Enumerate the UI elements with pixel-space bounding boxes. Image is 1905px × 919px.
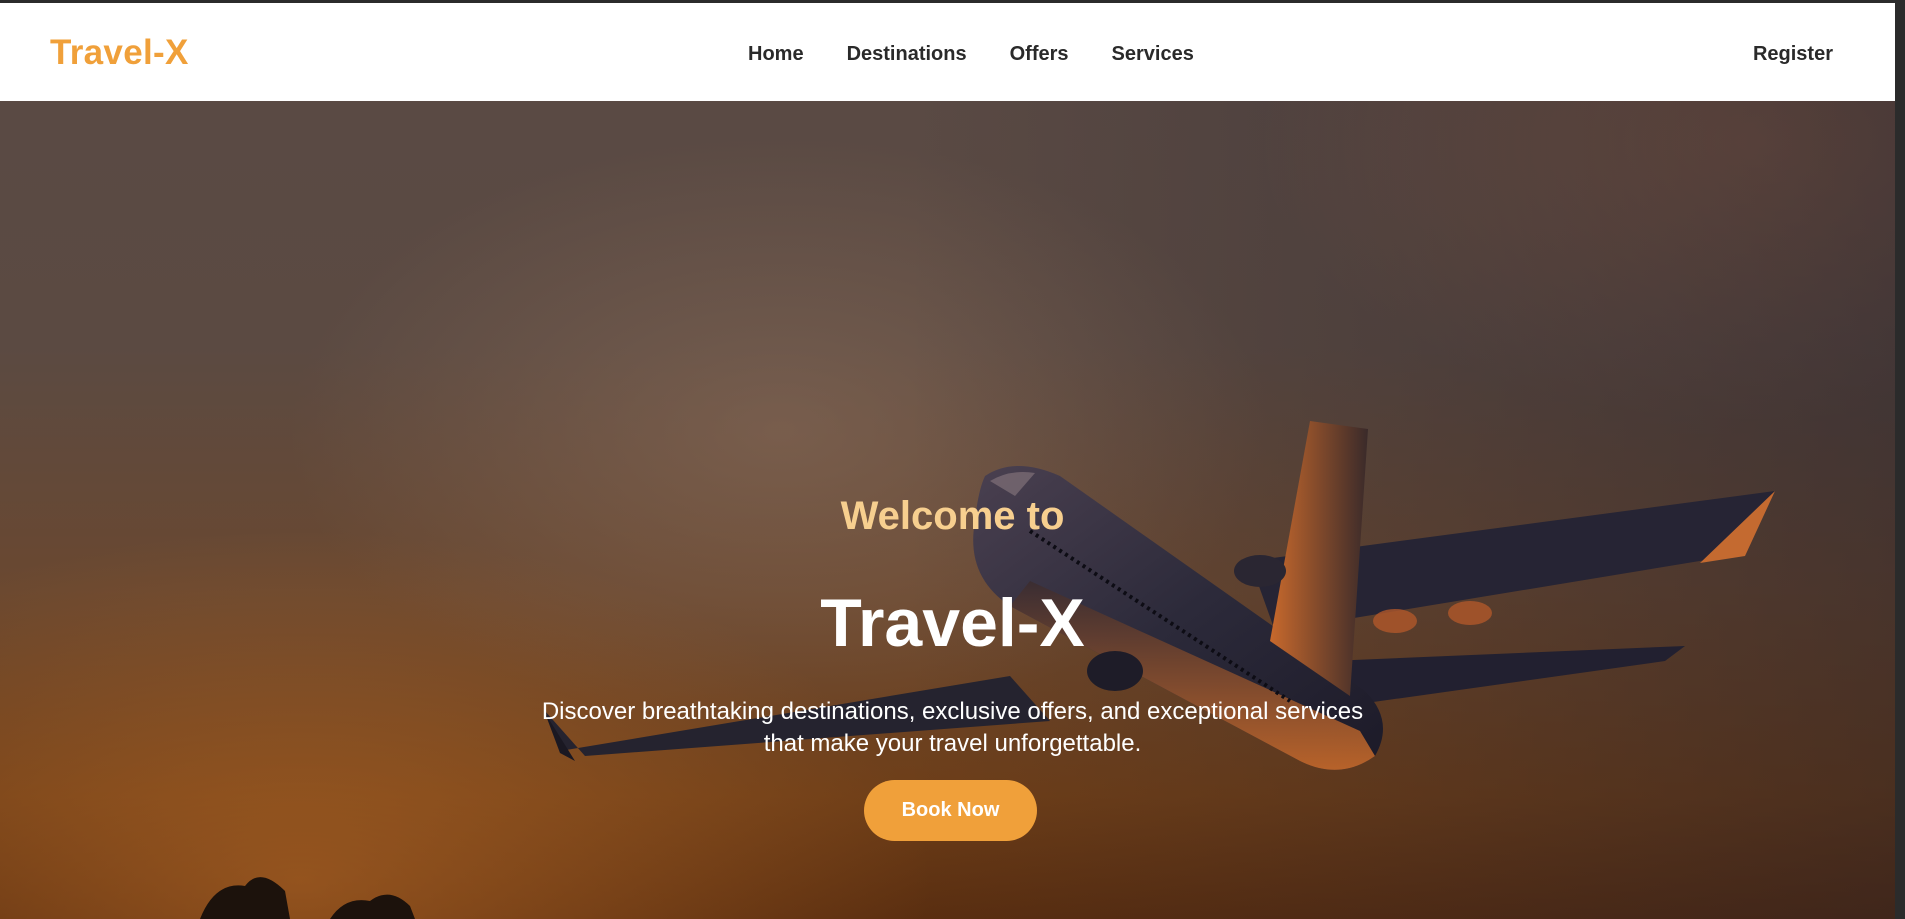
nav-link-destinations[interactable]: Destinations [847,43,967,66]
page: Travel-X Home Destinations Offers Servic… [0,0,1905,919]
nav-link-home[interactable]: Home [748,43,804,66]
hero-title: Travel-X [820,585,1085,661]
navbar: Travel-X Home Destinations Offers Servic… [0,3,1905,101]
register-link[interactable]: Register [1753,43,1833,66]
site-logo[interactable]: Travel-X [50,33,189,73]
nav-link-offers[interactable]: Offers [1010,43,1069,66]
hero-section: Welcome to Travel-X Discover breathtakin… [0,101,1905,919]
hero-content: Welcome to Travel-X Discover breathtakin… [0,101,1905,919]
hero-welcome-text: Welcome to [840,494,1065,538]
scrollbar[interactable] [1895,0,1905,919]
book-now-button[interactable]: Book Now [864,780,1037,841]
hero-tagline: Discover breathtaking destinations, excl… [541,698,1364,757]
nav-link-services[interactable]: Services [1112,43,1194,66]
main-nav: Home Destinations Offers Services [748,43,1194,66]
